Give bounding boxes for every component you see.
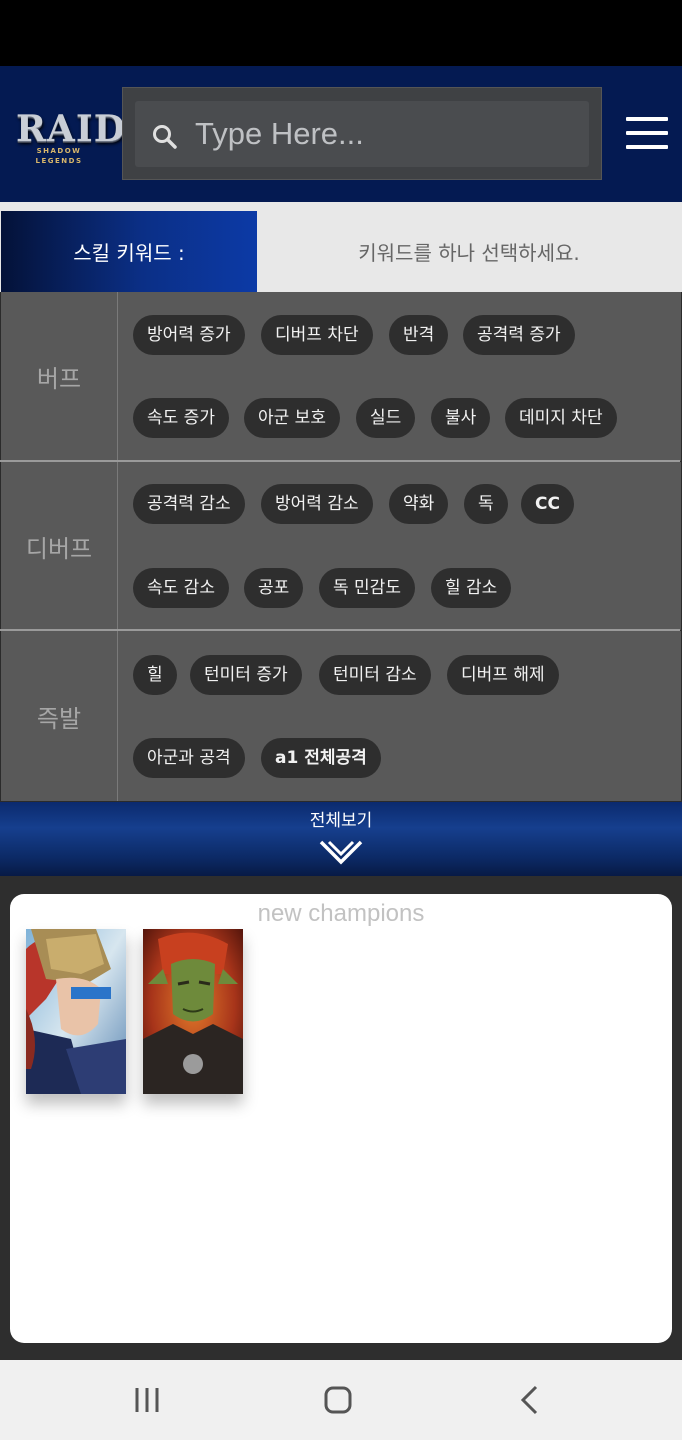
recent-apps-icon[interactable] (118, 1380, 178, 1420)
raid-logo[interactable]: RAID SHADOW LEGENDS (14, 108, 126, 165)
keyword-chip[interactable]: a1 전체공격 (261, 738, 381, 778)
view-all-button[interactable]: 전체보기 (0, 802, 682, 876)
android-navigation-bar (0, 1360, 682, 1440)
keyword-chip[interactable]: 반격 (389, 315, 449, 355)
helmeted-warrior-portrait-icon (26, 929, 126, 1094)
keyword-chip[interactable]: 불사 (431, 398, 491, 438)
keyword-chip[interactable]: CC (521, 484, 574, 524)
orc-warrior-portrait-icon (143, 929, 243, 1094)
keyword-chip[interactable]: 공포 (244, 568, 304, 608)
keyword-chip[interactable]: 힐 감소 (431, 568, 512, 608)
keyword-chip[interactable]: 독 민감도 (319, 568, 415, 608)
keyword-chip[interactable]: 독 (464, 484, 508, 524)
champion-portrait[interactable] (143, 929, 243, 1094)
skill-keyword-bar: 스킬 키워드 : 키워드를 하나 선택하세요. (0, 202, 682, 292)
keyword-chip[interactable]: 턴미터 감소 (319, 655, 431, 695)
status-bar (0, 0, 682, 66)
keyword-chip[interactable]: 디버프 해제 (447, 655, 559, 695)
hamburger-menu-icon[interactable] (626, 117, 670, 151)
keyword-chip[interactable]: 방어력 증가 (133, 315, 245, 355)
keyword-chip[interactable]: 방어력 감소 (261, 484, 373, 524)
keyword-chip[interactable]: 약화 (389, 484, 449, 524)
search-container (122, 87, 602, 180)
new-champions-card: new champions (10, 894, 672, 1343)
double-chevron-down-icon (319, 840, 363, 865)
keyword-chip[interactable]: 속도 증가 (133, 398, 229, 438)
category-debuff: 디버프 공격력 감소 방어력 감소 약화 독 CC 속도 감소 공포 독 민감도… (1, 462, 681, 630)
new-champions-section: new champions (0, 876, 682, 1360)
home-icon[interactable] (308, 1380, 368, 1420)
keyword-chip[interactable]: 힐 (133, 655, 177, 695)
keyword-chip[interactable]: 데미지 차단 (505, 398, 617, 438)
search-icon (153, 125, 177, 149)
category-label: 디버프 (1, 462, 118, 630)
keyword-chip[interactable]: 공격력 감소 (133, 484, 245, 524)
search-input[interactable] (195, 113, 575, 155)
keyword-chip[interactable]: 턴미터 증가 (190, 655, 302, 695)
keyword-chip[interactable]: 공격력 증가 (463, 315, 575, 355)
logo-title: RAID (16, 108, 126, 150)
new-champions-title: new champions (257, 900, 425, 927)
champion-portrait[interactable] (26, 929, 126, 1094)
keyword-chip[interactable]: 속도 감소 (133, 568, 229, 608)
category-buff: 버프 방어력 증가 디버프 차단 반격 공격력 증가 속도 증가 아군 보호 실… (1, 292, 681, 461)
keyword-chip[interactable]: 디버프 차단 (261, 315, 373, 355)
category-label: 버프 (1, 292, 118, 461)
keyword-chip[interactable]: 아군과 공격 (133, 738, 245, 778)
logo-subtitle: SHADOW LEGENDS (35, 147, 83, 165)
selected-keyword-display: 키워드를 하나 선택하세요. (358, 241, 580, 265)
category-instant: 즉발 힐 턴미터 증가 턴미터 감소 디버프 해제 아군과 공격 a1 전체공격 (1, 631, 681, 801)
search-box[interactable] (135, 101, 589, 167)
view-all-label: 전체보기 (309, 811, 373, 831)
keyword-chip[interactable]: 아군 보호 (244, 398, 340, 438)
skill-keyword-label: 스킬 키워드 : (1, 211, 257, 292)
category-label: 즉발 (1, 631, 118, 801)
keyword-chip[interactable]: 실드 (356, 398, 416, 438)
back-icon[interactable] (500, 1380, 560, 1420)
